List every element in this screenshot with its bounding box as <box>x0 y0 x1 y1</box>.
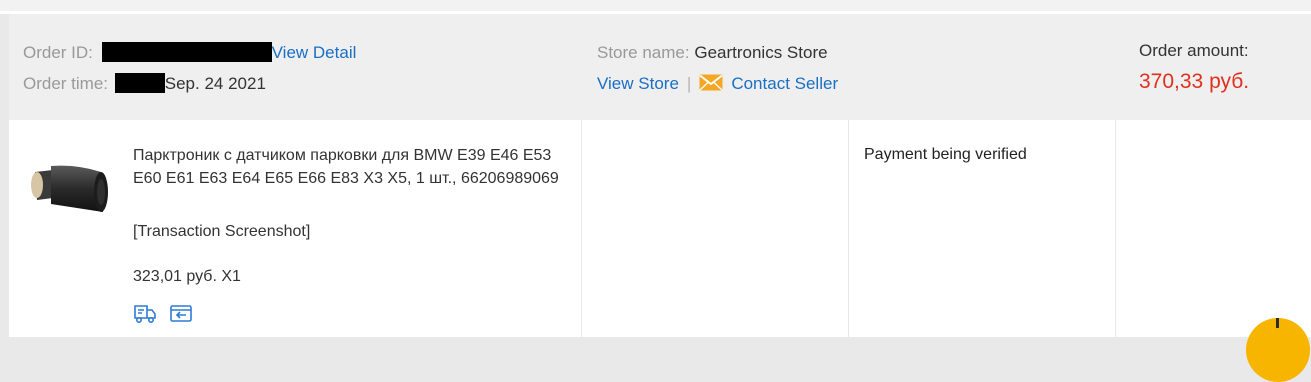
order-id-redacted <box>101 42 272 62</box>
column-divider <box>1115 120 1116 337</box>
chat-bubble-icon[interactable] <box>1246 318 1310 382</box>
order-time-value: Sep. 24 2021 <box>164 74 266 93</box>
view-store-link[interactable]: View Store <box>597 74 679 93</box>
product-title[interactable]: Парктроник с датчиком парковки для BMW E… <box>133 144 573 190</box>
contact-seller-button[interactable]: Contact Seller <box>699 74 838 93</box>
order-time-label: Order time: <box>23 74 109 93</box>
transaction-screenshot-link[interactable]: [Transaction Screenshot] <box>133 221 310 243</box>
top-strip <box>0 0 1311 11</box>
order-amount-label: Order amount: <box>1139 41 1249 60</box>
order-time-redacted <box>114 73 165 93</box>
separator: | <box>686 74 692 93</box>
item-actions <box>133 302 193 324</box>
order-id-row: Order ID: View Detail <box>23 42 356 64</box>
delivery-truck-icon[interactable] <box>133 302 157 324</box>
store-actions: View Store | Contact Seller <box>597 73 838 95</box>
product-image[interactable] <box>25 154 115 224</box>
order-header: Order ID: View Detail Order time: Sep. 2… <box>9 14 1311 120</box>
store-row: Store name: Geartronics Store <box>597 42 828 64</box>
store-name-label: Store name: <box>597 43 690 62</box>
order-time-row: Order time: Sep. 24 2021 <box>23 73 266 95</box>
envelope-icon <box>699 74 723 91</box>
order-item-row: Парктроник с датчиком парковки для BMW E… <box>9 120 1311 337</box>
contact-seller-label: Contact Seller <box>731 74 839 93</box>
return-box-icon[interactable] <box>169 302 193 324</box>
product-price: 323,01 руб. X1 <box>133 268 241 285</box>
order-id-label: Order ID: <box>23 43 93 62</box>
column-divider <box>581 120 582 337</box>
order-amount-value: 370,33 руб. <box>1139 70 1250 93</box>
order-status: Payment being verified <box>864 146 1027 163</box>
column-divider <box>848 120 849 337</box>
view-detail-link[interactable]: View Detail <box>272 43 357 62</box>
store-name: Geartronics Store <box>694 43 828 62</box>
